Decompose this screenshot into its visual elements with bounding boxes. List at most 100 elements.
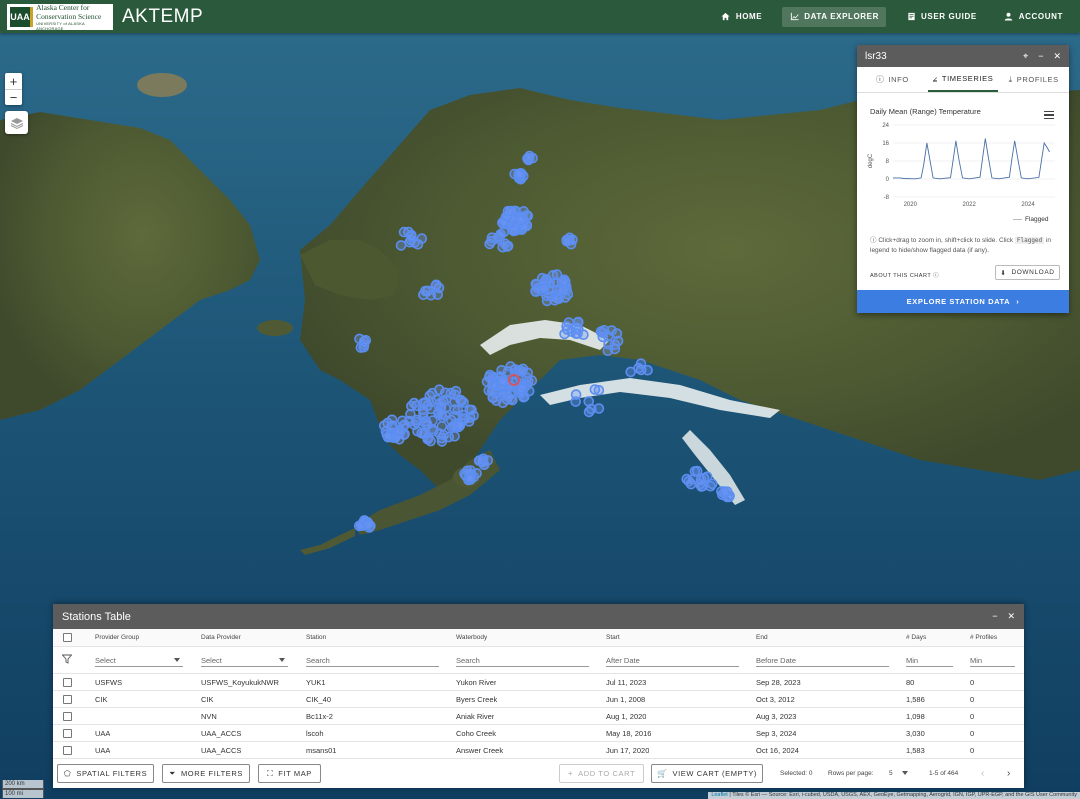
col-provider-group[interactable]: Provider Group — [95, 634, 139, 641]
profiles-min-input[interactable]: Min — [970, 654, 1015, 667]
col-data-provider[interactable]: Data Provider — [201, 634, 241, 641]
station-marker[interactable] — [436, 420, 448, 432]
table-row[interactable]: USFWS USFWS_KoyukukNWR YUK1 Yukon River Jul … — [53, 674, 1024, 691]
collapse-icon[interactable]: − — [1038, 51, 1043, 62]
download-button[interactable]: ⬇ DOWNLOAD — [995, 265, 1060, 280]
fit-map-button[interactable]: ⛶ FIT MAP — [258, 764, 321, 783]
station-marker[interactable] — [386, 414, 398, 426]
station-marker[interactable] — [553, 285, 565, 297]
col-profiles[interactable]: # Profiles — [970, 634, 997, 641]
data-provider-select[interactable]: Select — [201, 654, 288, 667]
station-marker[interactable] — [463, 416, 475, 427]
about-this-chart-link[interactable]: ABOUT THIS CHART ⓘ — [870, 271, 939, 279]
station-marker[interactable] — [683, 475, 695, 487]
row-checkbox[interactable] — [63, 745, 72, 755]
station-marker[interactable] — [436, 409, 447, 420]
station-marker[interactable] — [481, 376, 493, 388]
end-before-date-input[interactable]: Before Date — [756, 654, 889, 667]
station-marker[interactable] — [473, 455, 485, 467]
station-search-input[interactable]: Search — [306, 654, 439, 667]
station-marker[interactable] — [399, 419, 411, 431]
rows-per-page-select[interactable]: 5 — [889, 770, 909, 777]
close-icon[interactable]: ✕ — [1007, 611, 1015, 622]
station-marker[interactable] — [499, 238, 511, 249]
uaa-logo[interactable]: UAA Alaska Center for Conservation Scien… — [7, 3, 113, 31]
leaflet-link[interactable]: Leaflet — [711, 792, 728, 798]
station-marker[interactable] — [602, 330, 614, 342]
station-marker[interactable] — [524, 150, 535, 162]
prev-page-button[interactable]: ‹ — [981, 768, 984, 779]
station-marker[interactable] — [449, 389, 461, 401]
station-marker[interactable] — [425, 289, 437, 301]
nav-account-button[interactable]: ACCOUNT — [997, 7, 1070, 27]
station-marker[interactable] — [354, 333, 365, 345]
station-marker[interactable] — [561, 235, 573, 247]
station-marker[interactable] — [435, 397, 447, 408]
station-marker[interactable] — [424, 390, 436, 402]
station-marker[interactable] — [508, 225, 519, 237]
station-marker[interactable] — [486, 232, 498, 243]
station-marker[interactable] — [406, 231, 417, 242]
col-station[interactable]: Station — [306, 634, 326, 641]
col-days[interactable]: # Days — [906, 634, 926, 641]
waterbody-search-input[interactable]: Search — [456, 654, 589, 667]
next-page-button[interactable]: › — [1007, 768, 1010, 779]
col-start[interactable]: Start — [606, 634, 620, 641]
station-marker[interactable] — [430, 280, 442, 292]
more-filters-button[interactable]: ⏷ MORE FILTERS — [162, 764, 250, 783]
tab-profiles[interactable]: ⤓ PROFILES — [998, 67, 1069, 92]
days-min-input[interactable]: Min — [906, 654, 953, 667]
station-marker[interactable] — [418, 428, 430, 440]
col-waterbody[interactable]: Waterbody — [456, 634, 487, 641]
zoom-in-button[interactable]: + — [5, 73, 22, 89]
locate-icon[interactable]: ⌖ — [1023, 51, 1028, 62]
row-checkbox[interactable] — [63, 694, 72, 704]
nav-home-button[interactable]: HOME — [714, 7, 769, 27]
table-row[interactable]: UAA UAA_ACCS msans01 Answer Creek Jun 17, 20… — [53, 742, 1024, 759]
start-after-date-input[interactable]: After Date — [606, 654, 739, 667]
timeseries-chart[interactable]: 24 16 8 0 -8 2020 2022 2024 degC — [865, 119, 1061, 209]
station-marker[interactable] — [378, 420, 390, 431]
station-marker[interactable] — [585, 403, 597, 415]
station-marker[interactable] — [465, 472, 476, 484]
app-title[interactable]: AKTEMP — [122, 6, 203, 28]
row-checkbox[interactable] — [63, 728, 72, 738]
table-row[interactable]: CIK CIK CIK_40 Byers Creek Jun 1, 2008 Oct 3,… — [53, 691, 1024, 708]
station-marker[interactable] — [395, 240, 407, 251]
station-marker[interactable] — [447, 420, 459, 432]
row-checkbox[interactable] — [63, 711, 72, 721]
close-icon[interactable]: ✕ — [1053, 51, 1061, 62]
collapse-icon[interactable]: − — [992, 611, 997, 622]
station-marker[interactable] — [495, 229, 506, 240]
station-marker[interactable] — [362, 519, 373, 531]
station-marker[interactable] — [578, 329, 589, 341]
station-marker[interactable] — [526, 375, 538, 386]
nav-data-explorer-button[interactable]: DATA EXPLORER — [782, 6, 886, 27]
station-marker[interactable] — [570, 389, 582, 400]
station-marker[interactable] — [417, 404, 429, 415]
chart-legend-flagged[interactable]: Flagged — [1013, 216, 1049, 223]
station-marker[interactable] — [538, 283, 550, 295]
station-marker[interactable] — [426, 423, 438, 435]
provider-group-select[interactable]: Select — [95, 654, 183, 667]
station-marker[interactable] — [609, 339, 621, 351]
station-marker[interactable] — [516, 366, 528, 377]
station-marker[interactable] — [496, 364, 507, 376]
layers-button[interactable] — [5, 111, 28, 134]
table-row[interactable]: UAA UAA_ACCS lscoh Coho Creek May 18, 2016 Se… — [53, 725, 1024, 742]
select-all-checkbox[interactable] — [63, 633, 72, 642]
station-marker[interactable] — [719, 486, 730, 497]
station-marker[interactable] — [513, 168, 525, 180]
nav-user-guide-button[interactable]: USER GUIDE — [899, 7, 984, 27]
spatial-filters-button[interactable]: ⬠ SPATIAL FILTERS — [57, 764, 154, 783]
station-marker[interactable] — [502, 205, 514, 217]
station-marker[interactable] — [589, 384, 601, 395]
station-marker[interactable] — [561, 324, 573, 335]
station-marker[interactable] — [497, 375, 508, 387]
station-marker[interactable] — [635, 358, 647, 370]
station-marker[interactable] — [452, 404, 464, 416]
station-marker[interactable] — [393, 433, 405, 445]
station-marker[interactable] — [558, 275, 570, 287]
add-to-cart-button[interactable]: + ADD TO CART — [559, 764, 644, 783]
explore-station-data-button[interactable]: EXPLORE STATION DATA › — [857, 290, 1069, 313]
